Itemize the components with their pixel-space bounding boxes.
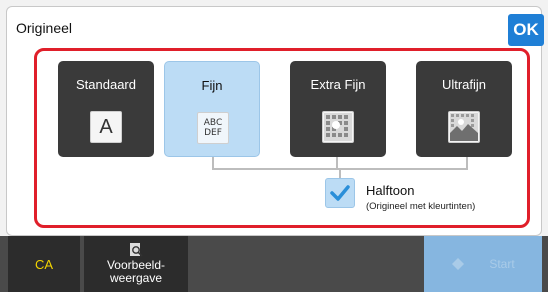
option-label: Extra Fijn xyxy=(310,77,366,92)
option-label: Ultrafijn xyxy=(441,77,487,92)
option-fijn[interactable]: Fijn ABC DEF xyxy=(164,61,260,157)
option-extra-fijn[interactable]: Extra Fijn xyxy=(290,61,386,157)
fine-pattern-icon xyxy=(322,111,354,143)
icon-text: ABC DEF xyxy=(203,118,223,138)
magnifier-document-icon xyxy=(130,243,143,257)
connector-line xyxy=(339,168,341,178)
option-label: Standaard xyxy=(76,77,136,92)
page-title: Origineel xyxy=(16,20,73,36)
preview-button[interactable]: Voorbeeld-weergave xyxy=(84,236,188,292)
start-label: Start xyxy=(489,257,515,271)
ok-button[interactable]: OK xyxy=(508,14,544,46)
letter-a-icon: A xyxy=(90,111,122,143)
icon-text: A xyxy=(99,115,113,138)
halftone-label: Halftoon xyxy=(366,183,415,198)
halftone-checkbox[interactable] xyxy=(325,178,355,208)
ca-button[interactable]: CA xyxy=(8,236,80,292)
preview-label: Voorbeeld-weergave xyxy=(84,259,188,285)
start-diamond-icon xyxy=(452,258,465,270)
halftone-sublabel: (Origineel met kleurtinten) xyxy=(366,201,476,212)
abc-def-icon: ABC DEF xyxy=(197,112,229,144)
option-ultrafijn[interactable]: Ultrafijn xyxy=(416,61,512,157)
option-label: Fijn xyxy=(201,78,223,93)
photo-pattern-icon xyxy=(448,111,480,143)
checkmark-icon xyxy=(330,185,350,201)
option-standaard[interactable]: Standaard A xyxy=(58,61,154,157)
preview-label-text: Voorbeeld-weergave xyxy=(106,258,166,285)
start-button[interactable]: Start xyxy=(424,236,542,292)
